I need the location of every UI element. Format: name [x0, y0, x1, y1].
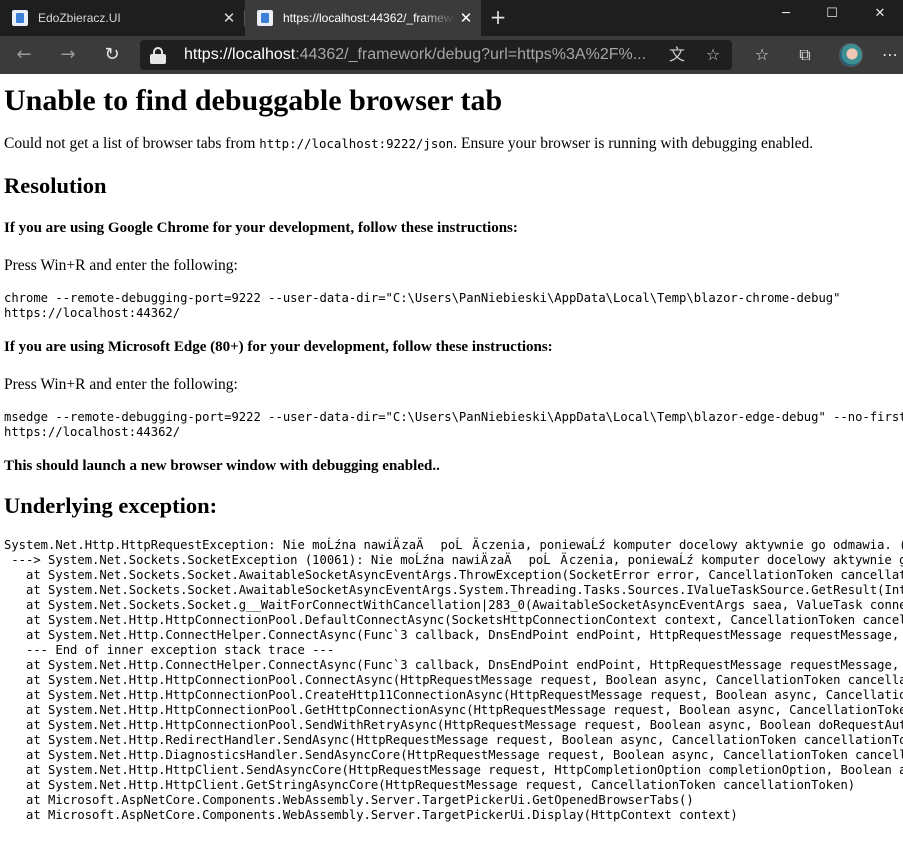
collections-icon[interactable]: ⧉: [793, 44, 817, 66]
lock-icon[interactable]: [150, 47, 166, 64]
close-tab-icon[interactable]: ✕: [455, 9, 477, 27]
url-scheme: https://: [184, 46, 232, 63]
url-host: localhost: [232, 46, 295, 63]
intro-text: Could not get a list of browser tabs fro…: [4, 134, 903, 153]
favorites-icon[interactable]: ☆: [750, 44, 774, 66]
exception-stack-trace: System.Net.Http.HttpRequestException: Ni…: [4, 538, 903, 823]
new-tab-button[interactable]: +: [487, 6, 509, 30]
url-path: :44362/_framework/debug?url=https%3A%2F%…: [295, 46, 646, 63]
chrome-press-text: Press Win+R and enter the following:: [4, 256, 903, 275]
tab-strip: EdoZbieracz.UI ✕ https://localhost:44362…: [0, 0, 903, 36]
exception-heading: Underlying exception:: [4, 493, 903, 519]
translate-icon[interactable]: 文: [666, 44, 688, 66]
launch-note: This should launch a new browser window …: [4, 457, 903, 475]
close-tab-icon[interactable]: ✕: [218, 9, 240, 27]
edge-instructions-heading: If you are using Microsoft Edge (80+) fo…: [4, 338, 903, 356]
tab-debug[interactable]: https://localhost:44362/_framework/debug…: [245, 0, 481, 36]
favorite-star-icon[interactable]: ☆: [702, 44, 724, 66]
browser-toolbar: ← → ↻ https://localhost:44362/_framework…: [0, 36, 903, 74]
intro-after: . Ensure your browser is running with de…: [453, 135, 813, 152]
maximize-button[interactable]: ☐: [809, 0, 855, 32]
minimize-button[interactable]: ─: [763, 0, 809, 32]
back-arrow-icon[interactable]: ←: [10, 41, 38, 69]
refresh-icon[interactable]: ↻: [98, 41, 126, 69]
intro-before: Could not get a list of browser tabs fro…: [4, 135, 259, 152]
close-window-button[interactable]: ✕: [857, 0, 903, 32]
edge-command: msedge --remote-debugging-port=9222 --us…: [4, 410, 903, 440]
page-favicon-icon: [12, 10, 28, 26]
tab-title: EdoZbieracz.UI: [38, 11, 218, 25]
page-content: Unable to find debuggable browser tab Co…: [4, 74, 903, 849]
edge-press-text: Press Win+R and enter the following:: [4, 375, 903, 394]
profile-avatar[interactable]: [839, 43, 863, 67]
tab-edozbieracz[interactable]: EdoZbieracz.UI ✕: [0, 0, 244, 36]
settings-more-icon[interactable]: ⋯: [880, 44, 900, 66]
page-title: Unable to find debuggable browser tab: [4, 84, 903, 118]
debug-endpoint-code: http://localhost:9222/json: [259, 136, 453, 151]
address-url[interactable]: https://localhost:44362/_framework/debug…: [184, 46, 646, 64]
resolution-heading: Resolution: [4, 173, 903, 199]
chrome-instructions-heading: If you are using Google Chrome for your …: [4, 219, 903, 237]
address-bar[interactable]: https://localhost:44362/_framework/debug…: [140, 40, 732, 70]
page-favicon-icon: [257, 10, 273, 26]
forward-arrow-icon[interactable]: →: [54, 41, 82, 69]
tab-title: https://localhost:44362/_framework/debug: [283, 11, 455, 25]
chrome-command: chrome --remote-debugging-port=9222 --us…: [4, 291, 903, 321]
